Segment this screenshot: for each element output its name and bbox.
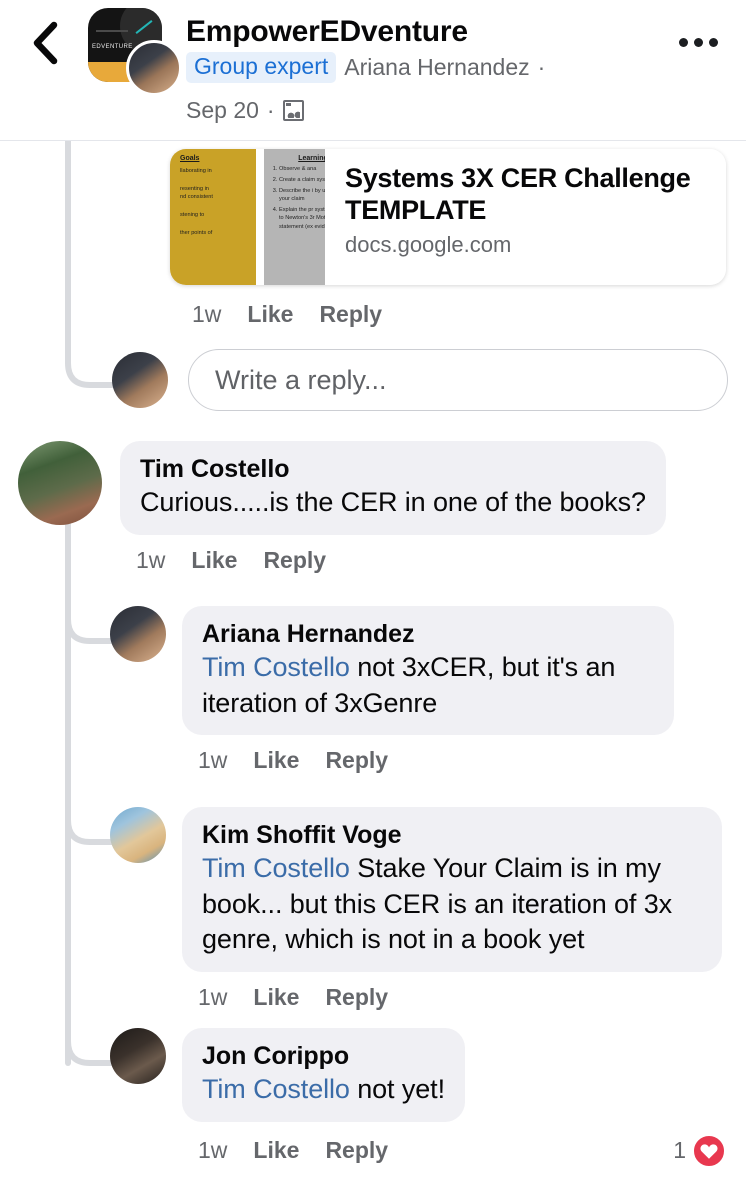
post-date[interactable]: Sep 20 <box>186 97 259 124</box>
comment-bubble[interactable]: Tim Costello Curious.....is the CER in o… <box>120 441 666 535</box>
jon-corippo-avatar[interactable] <box>110 1028 166 1084</box>
comment-actions: 1w Like Reply <box>120 547 728 574</box>
reply-button[interactable]: Reply <box>325 984 388 1011</box>
back-button[interactable] <box>18 16 72 70</box>
heart-reaction-icon[interactable] <box>692 1133 726 1168</box>
reaction-count: 1 <box>673 1137 686 1164</box>
post-header: EDVENTURE EmpowerEDventure Group expert … <box>0 0 746 141</box>
chevron-left-icon <box>31 21 59 65</box>
thumbnail-divider <box>256 149 264 285</box>
comment-actions: 1w Like Reply 1 <box>182 1133 740 1168</box>
comment-author[interactable]: Ariana Hernandez <box>202 618 654 650</box>
mention-link[interactable]: Tim Costello <box>202 1074 350 1104</box>
comment-timestamp: 1w <box>136 546 166 573</box>
link-preview-domain: docs.google.com <box>345 232 512 258</box>
comment-text-body: not yet! <box>349 1074 445 1104</box>
thumbnail-goals-column: Goals llaborating in resenting in nd con… <box>170 149 256 285</box>
comment-timestamp: 1w <box>192 301 222 327</box>
composer-avatar[interactable] <box>112 352 168 408</box>
post-date-row: Sep 20 · <box>186 97 304 124</box>
comment-author[interactable]: Jon Corippo <box>202 1040 445 1072</box>
reply-button[interactable]: Reply <box>325 747 388 774</box>
reply-button[interactable]: Reply <box>263 547 326 574</box>
link-preview-block: Goals llaborating in resenting in nd con… <box>170 149 726 328</box>
comment-actions: 1w Like Reply <box>182 747 730 774</box>
mention-link[interactable]: Tim Costello <box>202 853 350 883</box>
link-preview-card[interactable]: Goals llaborating in resenting in nd con… <box>170 149 726 285</box>
thumbnail-goals-line: nd consistent <box>180 194 213 201</box>
comment-text: Tim Costello not yet! <box>202 1072 445 1108</box>
like-button[interactable]: Like <box>253 984 299 1011</box>
comment-text: Curious.....is the CER in one of the boo… <box>140 487 646 517</box>
reply-button[interactable]: Reply <box>319 301 382 328</box>
post-meta-row: Group expert Ariana Hernandez · <box>186 52 546 84</box>
post-detail-screen: EDVENTURE EmpowerEDventure Group expert … <box>0 0 746 1200</box>
more-options-icon <box>678 37 688 47</box>
post-author-name[interactable]: Ariana Hernandez <box>344 54 529 81</box>
status-badge: Group expert <box>186 52 337 84</box>
kim-shoffit-voge-avatar[interactable] <box>110 807 166 863</box>
comment-item: Tim Costello Curious.....is the CER in o… <box>18 441 728 574</box>
comment-timestamp: 1w <box>198 747 228 774</box>
comment-text: Tim Costello Stake Your Claim is in my b… <box>202 851 702 958</box>
like-button[interactable]: Like <box>253 747 299 774</box>
comment-actions: 1w Like Reply <box>182 984 740 1011</box>
comment-bubble[interactable]: Kim Shoffit Voge Tim Costello Stake Your… <box>182 807 722 972</box>
ariana-hernandez-avatar[interactable] <box>110 606 166 662</box>
reply-button[interactable]: Reply <box>325 1137 388 1164</box>
reply-input-placeholder: Write a reply... <box>215 364 387 395</box>
link-preview-title: Systems 3X CER Challenge TEMPLATE <box>345 163 691 225</box>
comment-bubble[interactable]: Jon Corippo Tim Costello not yet! <box>182 1028 465 1122</box>
comment-item: Ariana Hernandez Tim Costello not 3xCER,… <box>110 606 730 774</box>
comment-text: Tim Costello not 3xCER, but it's an iter… <box>202 650 654 721</box>
comment-author[interactable]: Tim Costello <box>140 453 646 485</box>
link-preview-actions: 1w Like Reply <box>170 301 726 328</box>
page-title: EmpowerEDventure <box>186 15 468 48</box>
like-button[interactable]: Like <box>247 301 293 328</box>
like-button[interactable]: Like <box>253 1137 299 1164</box>
thumbnail-goals-line: resenting in <box>180 185 209 192</box>
date-separator: · <box>266 97 275 123</box>
reaction-summary[interactable]: 1 <box>673 1133 726 1168</box>
avatar-stack[interactable]: EDVENTURE <box>88 8 184 96</box>
like-button[interactable]: Like <box>191 547 237 574</box>
group-audience-icon <box>282 100 304 121</box>
link-preview-text: Systems 3X CER Challenge TEMPLATE docs.g… <box>325 149 726 285</box>
comment-bubble[interactable]: Ariana Hernandez Tim Costello not 3xCER,… <box>182 606 674 736</box>
author-avatar[interactable] <box>126 40 182 96</box>
thumbnail-goals-line: stening to <box>180 211 205 218</box>
reply-input[interactable]: Write a reply... <box>188 349 728 411</box>
more-options-icon <box>708 37 718 47</box>
comment-timestamp: 1w <box>198 1137 228 1164</box>
comment-author[interactable]: Kim Shoffit Voge <box>202 819 702 851</box>
tim-costello-avatar[interactable] <box>18 441 102 525</box>
comment-item: Jon Corippo Tim Costello not yet! 1w Lik… <box>110 1028 740 1168</box>
thumbnail-goals-line: llaborating in <box>180 168 212 174</box>
meta-separator: · <box>537 54 546 81</box>
more-options-icon <box>693 37 703 47</box>
mention-link[interactable]: Tim Costello <box>202 652 350 682</box>
comment-timestamp: 1w <box>198 983 228 1010</box>
comment-item: Kim Shoffit Voge Tim Costello Stake Your… <box>110 807 740 1011</box>
comment-action-group: 1w Like Reply <box>198 1137 388 1164</box>
more-options-button[interactable] <box>670 22 726 62</box>
thumbnail-goals-line: ther points of <box>180 229 213 236</box>
reply-composer[interactable]: Write a reply... <box>112 349 728 411</box>
group-avatar-line <box>96 30 128 32</box>
thumbnail-goals-heading: Goals <box>180 155 200 162</box>
